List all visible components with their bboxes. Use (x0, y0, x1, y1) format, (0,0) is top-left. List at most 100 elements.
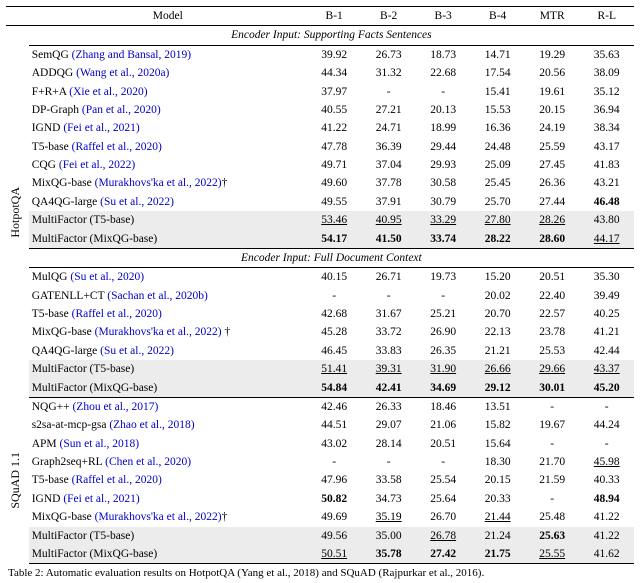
value-cell: 35.30 (579, 268, 634, 287)
value-cell: 26.33 (361, 397, 416, 416)
value-cell: 29.07 (361, 416, 416, 434)
value-cell: 49.55 (307, 193, 362, 211)
value-cell: 15.41 (470, 83, 525, 101)
value-cell: 46.45 (307, 342, 362, 360)
value-cell: 19.29 (525, 45, 580, 64)
model-cell: QA4QG-large (Su et al., 2022) (29, 342, 307, 360)
value-cell: 36.94 (579, 101, 634, 119)
col-B-1: B-1 (307, 7, 362, 26)
value-cell: 37.97 (307, 83, 362, 101)
value-cell: 26.90 (416, 323, 471, 341)
value-cell: 45.98 (579, 453, 634, 471)
corner (6, 7, 29, 26)
model-cell: MultiFactor (T5-base) (29, 527, 307, 545)
model-cell: MixQG-base (Murakhovs'ka et al., 2022)† (29, 174, 307, 192)
value-cell: 16.36 (470, 119, 525, 137)
dataset-label: SQuAD 1.1 (6, 397, 29, 563)
value-cell: 45.28 (307, 323, 362, 341)
value-cell: 17.54 (470, 64, 525, 82)
value-cell: 25.59 (525, 138, 580, 156)
value-cell: 47.78 (307, 138, 362, 156)
value-cell: 48.94 (579, 490, 634, 508)
value-cell: 51.41 (307, 360, 362, 378)
value-cell: 31.32 (361, 64, 416, 82)
value-cell: 29.66 (525, 360, 580, 378)
value-cell: 39.49 (579, 287, 634, 305)
value-cell: - (416, 453, 471, 471)
value-cell: 49.60 (307, 174, 362, 192)
model-cell: ADDQG (Wang et al., 2020a) (29, 64, 307, 82)
col-B-3: B-3 (416, 7, 471, 26)
value-cell: 21.24 (470, 527, 525, 545)
value-cell: 19.67 (525, 416, 580, 434)
value-cell: 20.02 (470, 287, 525, 305)
value-cell: 26.66 (470, 360, 525, 378)
value-cell: 13.51 (470, 397, 525, 416)
value-cell: 28.60 (525, 230, 580, 249)
model-cell: DP-Graph (Pan et al., 2020) (29, 101, 307, 119)
value-cell: 27.45 (525, 156, 580, 174)
value-cell: 44.24 (579, 416, 634, 434)
value-cell: 44.17 (579, 230, 634, 249)
value-cell: 18.46 (416, 397, 471, 416)
value-cell: 42.68 (307, 305, 362, 323)
value-cell: 31.90 (416, 360, 471, 378)
value-cell: 25.21 (416, 305, 471, 323)
value-cell: 54.84 (307, 379, 362, 398)
value-cell: 25.64 (416, 490, 471, 508)
model-cell: IGND (Fei et al., 2021) (29, 490, 307, 508)
model-cell: s2sa-at-mcp-gsa (Zhao et al., 2018) (29, 416, 307, 434)
value-cell: 25.70 (470, 193, 525, 211)
value-cell: 26.36 (525, 174, 580, 192)
value-cell: - (416, 287, 471, 305)
value-cell: 27.44 (525, 193, 580, 211)
value-cell: 21.59 (525, 471, 580, 489)
value-cell: 20.15 (470, 471, 525, 489)
results-table: ModelB-1B-2B-3B-4MTRR-LHotpotQAEncoder I… (6, 6, 634, 564)
value-cell: 49.56 (307, 527, 362, 545)
value-cell: 33.29 (416, 211, 471, 229)
value-cell: 33.83 (361, 342, 416, 360)
value-cell: 30.79 (416, 193, 471, 211)
model-cell: APM (Sun et al., 2018) (29, 435, 307, 453)
value-cell: 29.93 (416, 156, 471, 174)
value-cell: - (416, 83, 471, 101)
value-cell: 25.53 (525, 342, 580, 360)
value-cell: 28.22 (470, 230, 525, 249)
value-cell: 41.22 (579, 527, 634, 545)
value-cell: 53.46 (307, 211, 362, 229)
value-cell: 15.82 (470, 416, 525, 434)
value-cell: 22.40 (525, 287, 580, 305)
model-cell: MultiFactor (MixQG-base) (29, 379, 307, 398)
value-cell: 27.80 (470, 211, 525, 229)
value-cell: 43.80 (579, 211, 634, 229)
value-cell: 33.72 (361, 323, 416, 341)
value-cell: 14.71 (470, 45, 525, 64)
value-cell: - (525, 435, 580, 453)
value-cell: 40.15 (307, 268, 362, 287)
model-cell: T5-base (Raffel et al., 2020) (29, 305, 307, 323)
value-cell: 42.46 (307, 397, 362, 416)
model-cell: MultiFactor (T5-base) (29, 360, 307, 378)
col-B-2: B-2 (361, 7, 416, 26)
value-cell: 34.73 (361, 490, 416, 508)
value-cell: 49.69 (307, 508, 362, 526)
value-cell: 37.04 (361, 156, 416, 174)
value-cell: 35.19 (361, 508, 416, 526)
value-cell: 45.20 (579, 379, 634, 398)
value-cell: 35.12 (579, 83, 634, 101)
value-cell: 28.14 (361, 435, 416, 453)
value-cell: 42.44 (579, 342, 634, 360)
value-cell: 25.54 (416, 471, 471, 489)
value-cell: 30.58 (416, 174, 471, 192)
value-cell: 20.51 (525, 268, 580, 287)
value-cell: 43.02 (307, 435, 362, 453)
value-cell: 20.56 (525, 64, 580, 82)
model-cell: F+R+A (Xie et al., 2020) (29, 83, 307, 101)
value-cell: 21.70 (525, 453, 580, 471)
value-cell: 54.17 (307, 230, 362, 249)
col-Model: Model (29, 7, 307, 26)
value-cell: 37.91 (361, 193, 416, 211)
value-cell: 29.12 (470, 379, 525, 398)
value-cell: 40.55 (307, 101, 362, 119)
